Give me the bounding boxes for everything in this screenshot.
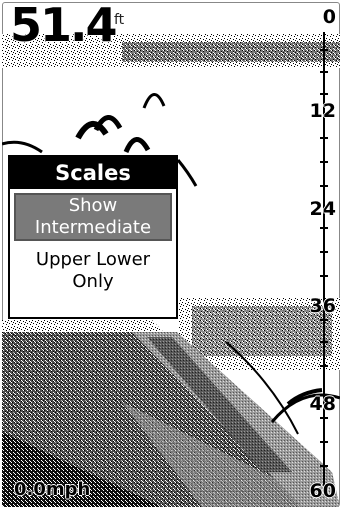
menu-item-label-line1: Show <box>68 195 118 216</box>
menu-item-label-line2: Only <box>72 271 114 292</box>
menu-item-upper-lower-only[interactable]: Upper Lower Only <box>14 247 172 295</box>
scales-menu: Scales Show Intermediate Upper Lower Onl… <box>8 155 178 319</box>
sonar-screen: 51.4 ft 0 12 24 36 48 60 0.0mph Scales S… <box>2 2 340 507</box>
speed-readout: 0.0mph <box>14 479 91 500</box>
menu-item-label-line2: Intermediate <box>34 217 152 238</box>
depth-readout: 51.4 <box>10 2 117 52</box>
depth-tick-12: 12 <box>309 100 336 122</box>
depth-tick-36: 36 <box>309 295 336 317</box>
menu-item-show-intermediate[interactable]: Show Intermediate <box>14 193 172 241</box>
depth-unit: ft <box>114 12 125 28</box>
depth-tick-0: 0 <box>322 6 336 28</box>
depth-tick-24: 24 <box>309 198 336 220</box>
menu-item-label-line1: Upper Lower <box>35 249 151 270</box>
depth-tick-48: 48 <box>309 393 336 415</box>
depth-tick-60: 60 <box>309 480 336 502</box>
menu-title: Scales <box>10 157 176 189</box>
